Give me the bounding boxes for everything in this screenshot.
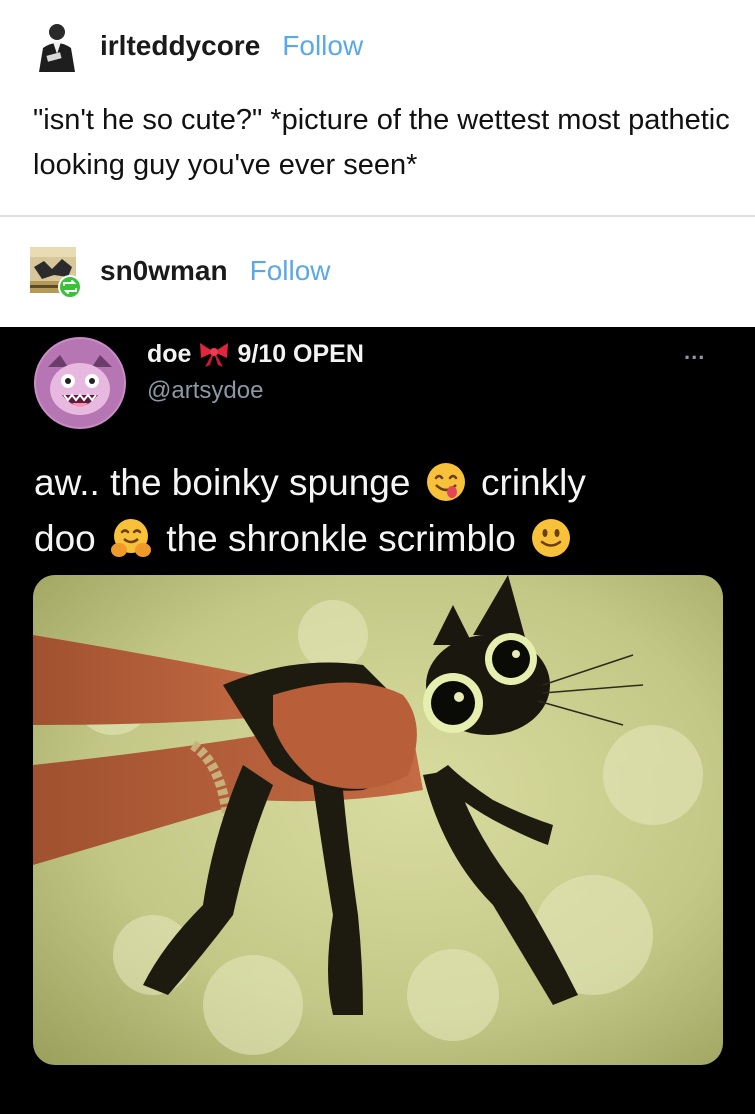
original-post: irlteddycore Follow "isn't he so cute?" …: [0, 0, 755, 215]
reblog-header: sn0wman Follow: [0, 217, 755, 327]
smiling-face-icon: [530, 517, 572, 559]
tweet-display-name[interactable]: doe: [147, 340, 191, 369]
tweet-photo-wet-cat[interactable]: [33, 575, 723, 1065]
reblogger-avatar[interactable]: [30, 247, 82, 299]
op-follow-button[interactable]: Follow: [282, 30, 363, 62]
tweet-text: aw.. the boinky spunge crinkly doo the s…: [34, 455, 734, 567]
more-options-icon[interactable]: ...: [684, 339, 705, 365]
op-username[interactable]: irlteddycore: [100, 30, 260, 62]
yum-face-icon: [425, 461, 467, 503]
tweet-text-part1: aw.. the boinky spunge: [34, 462, 411, 503]
tweet-name-suffix: 9/10 OPEN: [237, 339, 364, 368]
reblog-header-row: sn0wman Follow: [100, 253, 331, 289]
tweet-name-row: doe 9/10 OPEN: [147, 339, 364, 369]
op-avatar[interactable]: [33, 20, 81, 72]
reblog-follow-button[interactable]: Follow: [250, 255, 331, 287]
ribbon-icon: [197, 340, 231, 368]
tweet-text-part4: the shronkle scrimblo: [166, 518, 516, 559]
tweet-text-part3: doo: [34, 518, 96, 559]
op-header-row: irlteddycore Follow: [100, 28, 363, 64]
hugging-face-icon: [110, 517, 152, 559]
reblog-badge-icon: [58, 275, 82, 299]
reblog-username[interactable]: sn0wman: [100, 255, 228, 287]
embedded-tweet: doe 9/10 OPEN @artsydoe ... aw.. the boi…: [0, 327, 755, 1114]
tweet-text-part2: crinkly: [481, 462, 586, 503]
tweet-handle[interactable]: @artsydoe: [147, 377, 263, 405]
op-post-text: "isn't he so cute?" *picture of the wett…: [33, 104, 730, 181]
tweet-avatar[interactable]: [34, 337, 126, 429]
